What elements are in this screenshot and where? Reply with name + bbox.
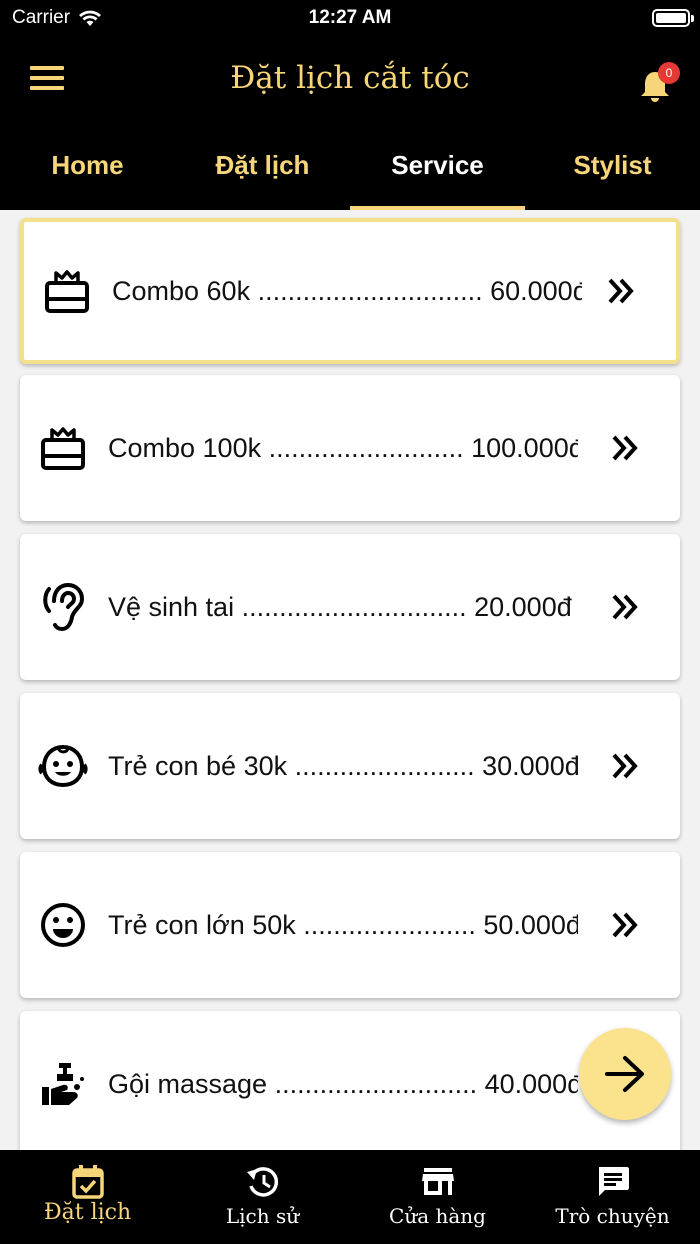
history-icon bbox=[246, 1167, 278, 1197]
nav-label: Trò chuyện bbox=[555, 1204, 670, 1228]
gift-box-icon bbox=[38, 423, 88, 473]
tab-dat-lich[interactable]: Đặt lịch bbox=[175, 124, 350, 210]
notification-badge: 0 bbox=[658, 62, 680, 84]
status-bar: Carrier 12:27 AM bbox=[0, 0, 700, 40]
battery-icon bbox=[652, 9, 694, 27]
nav-label: Đặt lịch bbox=[43, 1200, 132, 1225]
tab-service[interactable]: Service bbox=[350, 124, 525, 210]
gift-box-icon bbox=[42, 266, 92, 316]
nav-item-cua-hang[interactable]: Cửa hàng bbox=[350, 1150, 525, 1244]
smiley-face-icon bbox=[38, 900, 88, 950]
nav-item-lich-su[interactable]: Lịch sử bbox=[175, 1150, 350, 1244]
chevron-double-right-icon bbox=[608, 278, 634, 304]
chevron-double-right-icon bbox=[612, 435, 638, 461]
chevron-double-right-icon bbox=[612, 594, 638, 620]
tab-stylist[interactable]: Stylist bbox=[525, 124, 700, 210]
bottom-nav: Đặt lịch Lịch sử Cửa hàng Trò chuyện bbox=[0, 1150, 700, 1244]
app-bar: Đặt lịch cắt tóc 0 bbox=[0, 40, 700, 124]
page-title: Đặt lịch cắt tóc bbox=[230, 60, 470, 96]
chevron-double-right-icon bbox=[612, 912, 638, 938]
service-list: Combo 60k ..............................… bbox=[0, 210, 700, 1150]
service-label: Gội massage ........................... … bbox=[108, 1068, 578, 1099]
store-icon bbox=[421, 1168, 454, 1195]
service-label: Vệ sinh tai ............................… bbox=[108, 591, 572, 622]
service-item-tre-con-lon-50k[interactable]: Trẻ con lớn 50k ....................... … bbox=[20, 852, 680, 998]
service-label: Trẻ con bé 30k ........................ … bbox=[108, 750, 578, 781]
nav-label: Lịch sử bbox=[225, 1204, 300, 1228]
ear-icon bbox=[38, 582, 88, 632]
service-label: Combo 60k ..............................… bbox=[112, 275, 582, 306]
nav-item-dat-lich[interactable]: Đặt lịch bbox=[0, 1150, 175, 1244]
top-tabs: Home Đặt lịch Service Stylist bbox=[0, 124, 700, 210]
tab-home[interactable]: Home bbox=[0, 124, 175, 210]
next-button[interactable] bbox=[579, 1028, 671, 1120]
child-face-icon bbox=[38, 741, 88, 791]
service-label: Combo 100k .......................... 10… bbox=[108, 432, 578, 463]
calendar-check-icon bbox=[71, 1165, 104, 1199]
nav-item-tro-chuyen[interactable]: Trò chuyện bbox=[525, 1150, 700, 1244]
chat-icon bbox=[598, 1167, 629, 1196]
service-item-tre-con-be-30k[interactable]: Trẻ con bé 30k ........................ … bbox=[20, 693, 680, 839]
service-item-combo-100k[interactable]: Combo 100k .......................... 10… bbox=[20, 375, 680, 521]
service-label: Trẻ con lớn 50k ....................... … bbox=[108, 909, 578, 940]
notification-button[interactable]: 0 bbox=[640, 62, 680, 102]
chevron-double-right-icon bbox=[612, 753, 638, 779]
hand-wash-icon bbox=[38, 1059, 88, 1109]
service-item-ve-sinh-tai[interactable]: Vệ sinh tai ............................… bbox=[20, 534, 680, 680]
service-item-combo-60k[interactable]: Combo 60k ..............................… bbox=[20, 218, 680, 364]
arrow-right-icon bbox=[605, 1056, 644, 1092]
nav-label: Cửa hàng bbox=[389, 1204, 486, 1228]
clock: 12:27 AM bbox=[308, 7, 392, 28]
